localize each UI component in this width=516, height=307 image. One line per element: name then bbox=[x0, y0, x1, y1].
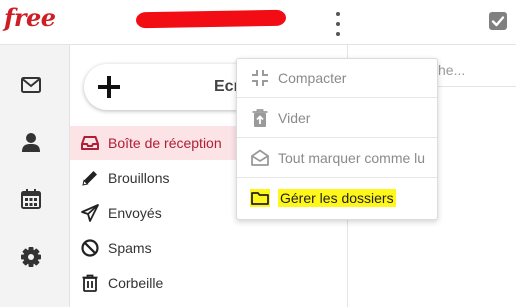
contacts-icon[interactable] bbox=[20, 131, 42, 153]
trash-icon bbox=[80, 273, 100, 293]
folder-label: Corbeille bbox=[108, 275, 164, 291]
calendar-icon[interactable] bbox=[20, 188, 42, 210]
empty-trash-icon bbox=[250, 108, 270, 128]
compress-icon bbox=[250, 68, 270, 88]
inbox-icon bbox=[80, 133, 100, 153]
menu-item-empty[interactable]: Vider bbox=[237, 99, 437, 138]
folder-label: Envoyés bbox=[108, 205, 162, 221]
envelope-icon[interactable] bbox=[20, 74, 42, 96]
folder-label: Boîte de réception bbox=[108, 135, 222, 151]
menu-item-manage-folders[interactable]: Gérer les dossiers bbox=[237, 179, 437, 217]
menu-item-mark-all-read[interactable]: Tout marquer comme lu bbox=[237, 139, 437, 178]
top-bar: free bbox=[0, 0, 516, 45]
vertical-dots-icon[interactable] bbox=[330, 12, 346, 36]
send-icon bbox=[80, 203, 100, 223]
plus-icon bbox=[98, 76, 120, 98]
checkbox-icon[interactable] bbox=[489, 12, 507, 30]
menu-item-label: Compacter bbox=[278, 70, 347, 86]
gear-icon[interactable] bbox=[20, 246, 42, 268]
folder-label: Brouillons bbox=[108, 170, 170, 186]
folder-label: Spams bbox=[108, 240, 152, 256]
redacted-account-name bbox=[135, 9, 287, 29]
folder-trash[interactable]: Corbeille bbox=[70, 266, 260, 300]
block-icon bbox=[80, 238, 100, 258]
pencil-icon bbox=[80, 168, 100, 188]
app-rail bbox=[0, 45, 70, 307]
more-actions-menu: Compacter Vider Tout marquer comme lu Gé… bbox=[236, 58, 438, 220]
open-envelope-icon bbox=[250, 148, 270, 168]
free-logo[interactable]: free bbox=[4, 3, 56, 32]
folder-spam[interactable]: Spams bbox=[70, 231, 260, 265]
menu-item-label: Gérer les dossiers bbox=[278, 189, 396, 207]
menu-item-label: Vider bbox=[278, 110, 311, 126]
folder-icon bbox=[250, 188, 270, 208]
folder-drafts[interactable]: Brouillons bbox=[70, 161, 260, 195]
menu-item-compact[interactable]: Compacter bbox=[237, 59, 437, 98]
folder-sent[interactable]: Envoyés bbox=[70, 196, 260, 230]
menu-item-label: Tout marquer comme lu bbox=[278, 150, 426, 166]
